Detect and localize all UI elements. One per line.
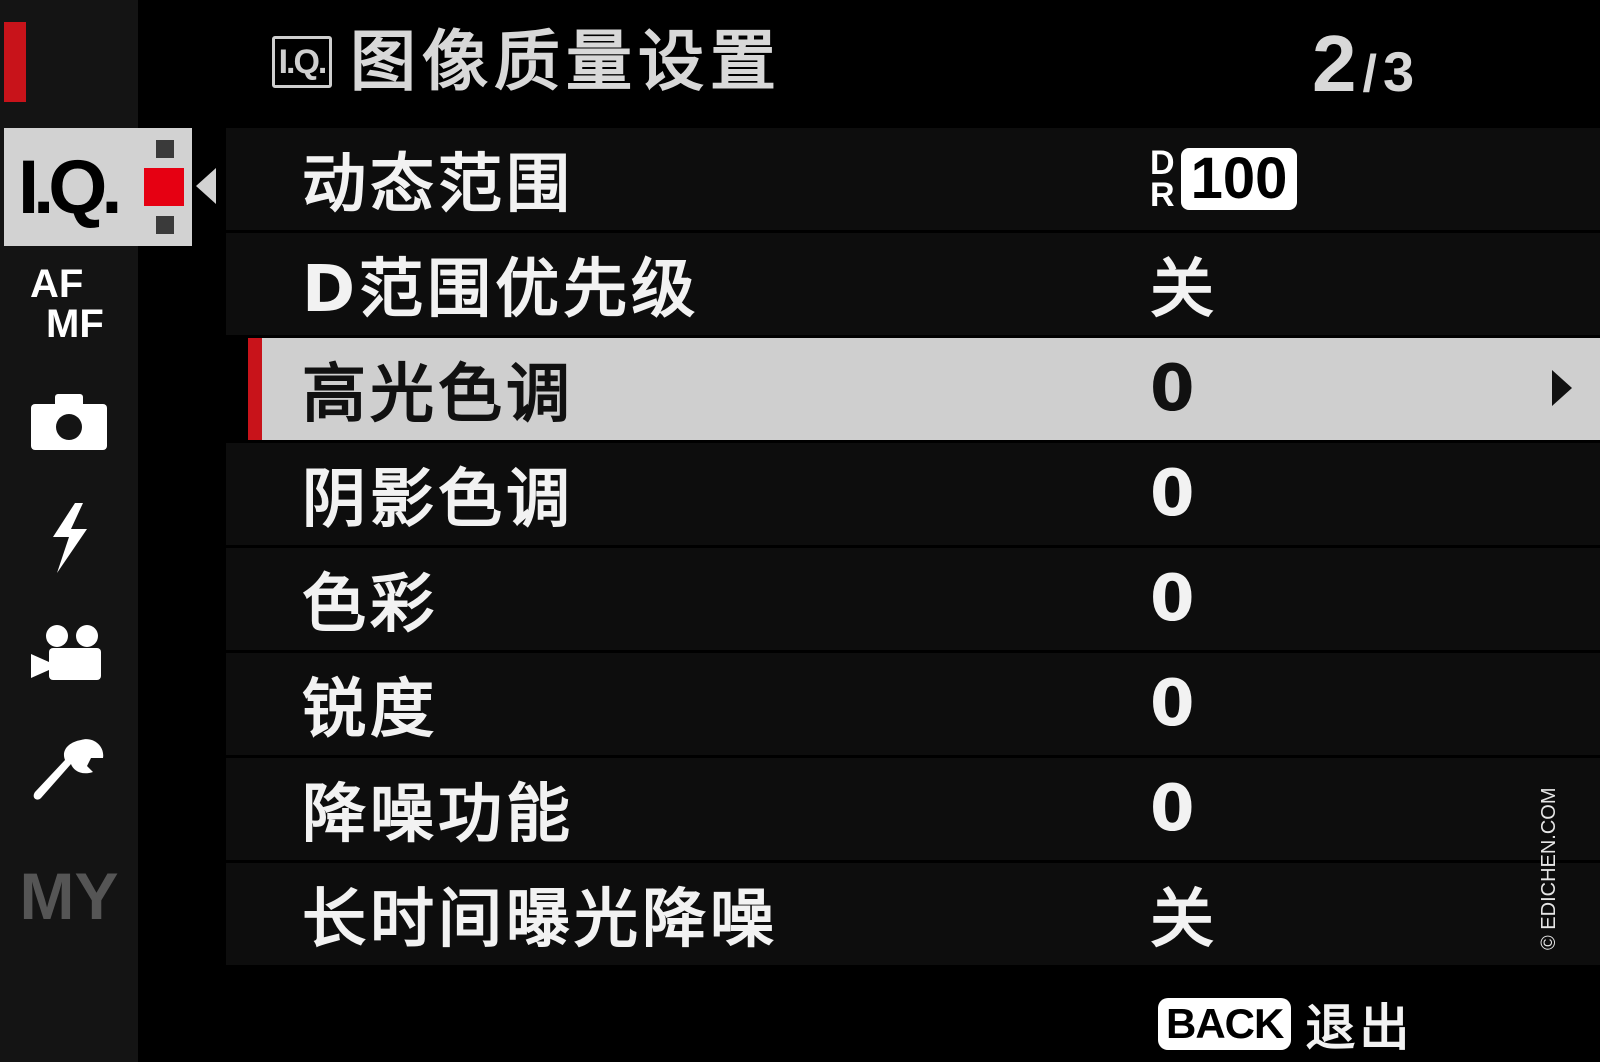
page-title: 图像质量设置 (350, 23, 782, 100)
menu-item-value: 0 (1150, 457, 1195, 531)
dr-icon: D R (1150, 144, 1175, 214)
sidebar-accent-bar (4, 22, 26, 102)
tab-movie[interactable] (0, 604, 138, 704)
menu-item-value: 0 (1150, 562, 1195, 636)
tab-iq-label: I.Q. (18, 144, 122, 230)
menu-item-label: 降噪功能 (302, 778, 574, 852)
tab-af-label: AF (30, 262, 84, 306)
page-total: 3 (1382, 40, 1415, 103)
iq-badge-icon: I.Q. (272, 36, 332, 88)
menu-item-value: 关 (1150, 883, 1214, 957)
flash-icon (53, 503, 87, 573)
movie-camera-icon (31, 625, 101, 680)
menu-item-color[interactable]: 色彩 0 (226, 548, 1600, 650)
selection-bar (248, 338, 262, 440)
tab-selected-arrow-icon (196, 168, 216, 204)
menu-item-long-exposure-nr[interactable]: 长时间曝光降噪 关 (226, 863, 1600, 965)
menu-item-noise-reduction[interactable]: 降噪功能 0 (226, 758, 1600, 860)
menu-item-sharpness[interactable]: 锐度 0 (226, 653, 1600, 755)
menu-item-value: 0 (1150, 667, 1195, 741)
page-indicator: 2/3 (1312, 14, 1414, 114)
tab-af-mf[interactable]: AF MF (0, 262, 138, 346)
menu-item-value: 0 (1150, 772, 1195, 846)
menu-header: I.Q. 图像质量设置 2/3 (224, 0, 1600, 126)
menu-item-label: 锐度 (302, 673, 438, 747)
menu-item-label: 动态范围 (302, 148, 574, 222)
menu-item-label: 高光色调 (302, 358, 574, 432)
tab-mf-label: MF (46, 302, 104, 346)
tab-position-indicator (144, 140, 184, 234)
back-button[interactable]: BACK (1158, 998, 1292, 1050)
page-separator: / (1362, 45, 1377, 103)
menu-item-value: 0 (1150, 352, 1195, 426)
menu-item-value: 关 (1150, 253, 1214, 327)
tab-my-label: MY (19, 859, 119, 933)
menu-item-label: D范围优先级 (302, 253, 700, 327)
menu-item-label: 长时间曝光降噪 (302, 883, 778, 957)
chevron-right-icon (1552, 370, 1572, 406)
tab-image-quality[interactable]: I.Q. (4, 128, 192, 246)
back-label: 退出 (1305, 999, 1414, 1057)
menu-item-label: 色彩 (302, 568, 438, 642)
tab-shooting[interactable] (0, 372, 138, 472)
menu-item-d-range-priority[interactable]: D范围优先级 关 (226, 233, 1600, 335)
tab-setup[interactable] (0, 722, 138, 822)
menu-item-value: D R 100 (1150, 144, 1298, 214)
tab-flash[interactable] (0, 488, 138, 588)
menu-item-shadow-tone[interactable]: 阴影色调 0 (226, 443, 1600, 545)
menu-item-label: 阴影色调 (302, 463, 574, 537)
menu-list: 动态范围 D R 100 D范围优先级 关 高光色调 0 阴影色调 0 色彩 0… (226, 128, 1600, 968)
menu-item-dynamic-range[interactable]: 动态范围 D R 100 (226, 128, 1600, 230)
tab-my-menu[interactable]: MY (0, 846, 138, 946)
footer-hint: BACK 退出 (1158, 994, 1413, 1057)
page-current: 2 (1312, 19, 1357, 108)
watermark: © EDICHEN.COM (1538, 787, 1560, 950)
camera-icon (31, 394, 107, 450)
menu-item-highlight-tone[interactable]: 高光色调 0 (248, 338, 1600, 440)
wrench-icon (33, 739, 104, 800)
